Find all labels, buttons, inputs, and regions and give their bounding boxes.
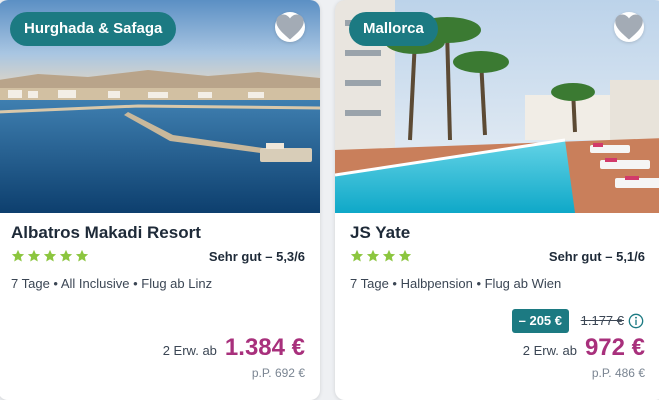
star-icon (382, 249, 396, 262)
hotel-card-js-yate[interactable]: Mallorca JS Yate Sehr gut – 5,1/6 7 Tage… (335, 0, 659, 400)
star-rating (11, 249, 89, 263)
star-icon (27, 249, 41, 262)
info-icon[interactable] (628, 313, 644, 329)
persons-label: 2 Erw. ab (522, 343, 577, 358)
heart-icon (615, 14, 643, 40)
total-price[interactable]: 1.384 € (225, 334, 305, 362)
persons-label: 2 Erw. ab (162, 343, 217, 358)
favorite-button[interactable] (275, 12, 305, 42)
heart-icon (276, 14, 304, 40)
hotel-name[interactable]: JS Yate (350, 223, 410, 243)
star-icon (11, 249, 25, 262)
guest-rating: Sehr gut – 5,3/6 (208, 249, 305, 264)
hotel-photo-pool[interactable]: Mallorca (335, 0, 659, 213)
discount-badge: – 205 € (511, 309, 569, 333)
star-icon (75, 249, 89, 262)
star-rating (350, 249, 412, 263)
star-icon (366, 249, 380, 262)
star-icon (43, 249, 57, 262)
hotel-name[interactable]: Albatros Makadi Resort (11, 223, 201, 243)
old-price: 1.177 € (580, 313, 624, 328)
hotel-card-albatros[interactable]: Hurghada & Safaga Albatros Makadi Resort… (0, 0, 320, 400)
guest-rating: Sehr gut – 5,1/6 (548, 249, 645, 264)
favorite-button[interactable] (614, 12, 644, 42)
price-per-person: p.P. 486 € (591, 366, 645, 380)
offer-details: 7 Tage • Halbpension • Flug ab Wien (350, 276, 562, 291)
hotel-offers-grid: Hurghada & Safaga Albatros Makadi Resort… (0, 0, 659, 400)
total-price[interactable]: 972 € (585, 334, 645, 362)
offer-details: 7 Tage • All Inclusive • Flug ab Linz (11, 276, 213, 291)
star-icon (350, 249, 364, 262)
price-row: 2 Erw. ab 972 € (523, 334, 645, 362)
price-row: 2 Erw. ab 1.384 € (163, 334, 305, 362)
region-badge: Hurghada & Safaga (10, 12, 177, 46)
price-per-person: p.P. 692 € (251, 366, 305, 380)
star-icon (59, 249, 73, 262)
region-badge: Mallorca (349, 12, 438, 46)
star-icon (398, 249, 412, 262)
hotel-photo-harbour[interactable]: Hurghada & Safaga (0, 0, 320, 213)
